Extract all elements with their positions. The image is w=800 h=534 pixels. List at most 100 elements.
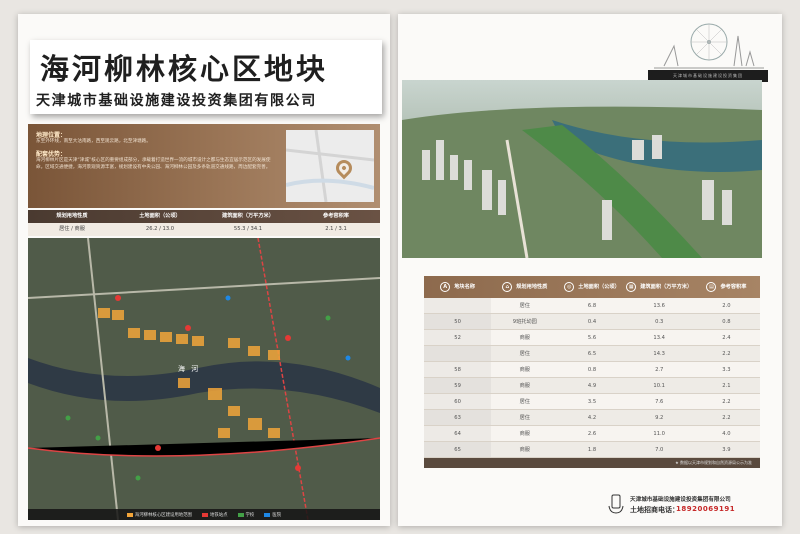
table-cell-far: 2.0 <box>722 303 731 309</box>
plot-header-label: 建筑面积（万平方米） <box>640 284 693 290</box>
legend-swatch <box>264 512 271 517</box>
summary-header-cell: 参考容积率 <box>323 213 349 219</box>
table-cell-build: 10.1 <box>653 383 665 389</box>
table-cell-build: 11.0 <box>653 431 665 437</box>
legend-item: 海河柳林核心区建设用地范围 <box>126 512 192 518</box>
summary-value-cell: 居住 / 商服 <box>59 226 85 232</box>
table-row: 52 商服 5.6 13.4 2.4 <box>424 330 760 346</box>
plot-table-body: 居住 6.8 13.6 2.0 50 9班托幼园 0.4 0.3 0.8 52 商服 5.6 13.4 2… <box>424 298 760 458</box>
table-cell-build: 13.6 <box>653 303 665 309</box>
legend-label: 医院 <box>272 512 282 518</box>
table-cell-name: 59 <box>424 378 492 393</box>
page-title: 海河柳林核心区地块 <box>40 52 329 86</box>
table-cell-name: 65 <box>424 442 492 457</box>
table-row: 居住 6.8 13.6 2.0 <box>424 298 760 314</box>
table-cell-land: 6.5 <box>587 351 597 357</box>
globe-icon: ◎ <box>564 282 575 292</box>
tianjin-skyline-logo <box>654 23 764 69</box>
title-card: 海河柳林核心区地块 天津城市基础设施建设投资集团有限公司 <box>30 40 382 114</box>
table-cell-name: 63 <box>424 410 492 425</box>
table-cell-land: 0.4 <box>587 319 597 325</box>
table-cell-build: 14.3 <box>653 351 665 357</box>
summary-table: 规划用地性质 土地面积（公顷） 建筑面积（万平方米） 参考容积率 居住 / 商服… <box>28 210 380 236</box>
legend-label: 学校 <box>245 512 255 518</box>
table-cell-land: 2.6 <box>587 431 597 437</box>
plot-table-header: A 地块名称 ⌂ 规划用地性质 ◎ 土地面积（公顷） ▦ 建筑面积（万平方米） ▤ 参考容… <box>424 276 760 298</box>
table-cell-far: 0.8 <box>722 319 731 325</box>
table-row: 63 居住 4.2 9.2 2.2 <box>424 410 760 426</box>
legend-label: 海河柳林核心区建设用地范围 <box>134 512 192 518</box>
table-cell-far: 2.2 <box>722 351 731 357</box>
table-row: 58 商服 0.8 2.7 3.3 <box>424 362 760 378</box>
calculator-icon: ▤ <box>706 282 717 292</box>
grid-icon: ▦ <box>626 282 637 292</box>
table-cell-use: 居住 <box>519 303 530 309</box>
plot-header-label: 地块名称 <box>454 284 475 290</box>
table-cell-far: 3.3 <box>722 367 731 373</box>
table-cell-name <box>424 346 492 361</box>
table-cell-build: 0.3 <box>655 319 664 325</box>
legend-item: 地铁站点 <box>201 512 228 518</box>
page-subtitle: 天津城市基础设施建设投资集团有限公司 <box>36 93 317 109</box>
location-text: 东至外环线，南至大沽南路，西至观云路，北至津塘路。 <box>36 139 151 144</box>
table-cell-build: 2.7 <box>655 367 664 373</box>
table-cell-land: 4.2 <box>587 415 597 421</box>
table-row: 59 商服 4.9 10.1 2.1 <box>424 378 760 394</box>
contact-phone-number[interactable]: 18920069191 <box>676 505 735 513</box>
summary-header-cell: 规划用地性质 <box>56 213 88 219</box>
contact-block: 天津城市基础设施建设投资集团有限公司 土地招商电话： 18920069191 <box>608 492 768 518</box>
summary-value-cell: 55.3 / 34.1 <box>233 226 263 232</box>
map-graphic <box>28 238 380 520</box>
table-cell-use: 居住 <box>519 399 530 405</box>
table-cell-land: 6.8 <box>587 303 597 309</box>
plot-header-cell: ▦ 建筑面积（万平方米） <box>626 282 693 292</box>
legend-swatch <box>237 512 244 517</box>
plot-header-label: 土地面积（公顷） <box>578 284 620 290</box>
summary-value-cell: 2.1 / 3.1 <box>325 226 347 232</box>
mini-map-image <box>285 129 375 203</box>
table-cell-build: 7.0 <box>655 447 664 453</box>
legend-item: 学校 <box>237 512 255 518</box>
table-cell-far: 3.9 <box>722 447 731 453</box>
table-cell-land: 3.5 <box>587 399 597 405</box>
summary-header-cell: 土地面积（公顷） <box>139 213 181 219</box>
legend-item: 医院 <box>264 512 281 518</box>
plot-header-cell: A 地块名称 <box>424 282 491 292</box>
table-cell-build: 7.6 <box>655 399 664 405</box>
table-cell-far: 4.0 <box>722 431 731 437</box>
plot-header-cell: ◎ 土地面积（公顷） <box>558 282 625 292</box>
table-cell-use: 商服 <box>519 367 530 373</box>
plot-header-label: 规划用地性质 <box>516 284 548 290</box>
table-cell-build: 13.4 <box>653 335 665 341</box>
table-cell-name: 60 <box>424 394 492 409</box>
plot-header-cell: ▤ 参考容积率 <box>693 282 760 292</box>
table-cell-far: 2.4 <box>722 335 731 341</box>
satellite-site-map: 海 河 海河柳林核心区建设用地范围 地铁站点 学校 医院 <box>28 238 380 520</box>
contact-phone-label: 土地招商电话： <box>630 506 679 514</box>
advantage-text: 海河柳林片区是天津“津城”核心区的重要组成部分，承载着打造世界一流的城市设计之都… <box>36 158 271 170</box>
table-footnote: ★ 数据以天津市规划和自然资源局公示为准 <box>424 458 760 468</box>
plot-header-cell: ⌂ 规划用地性质 <box>491 282 558 292</box>
table-cell-far: 2.2 <box>722 399 731 405</box>
summary-header-cell: 建筑面积（万平方米） <box>222 213 274 219</box>
table-cell-name: 64 <box>424 426 492 441</box>
table-cell-use: 居住 <box>519 351 530 357</box>
aerial-rendering-image <box>402 80 762 258</box>
table-cell-land: 0.8 <box>587 367 597 373</box>
table-row: 居住 6.5 14.3 2.2 <box>424 346 760 362</box>
table-cell-use: 商服 <box>519 447 530 453</box>
map-legend: 海河柳林核心区建设用地范围 地铁站点 学校 医院 <box>28 509 380 520</box>
legend-label: 地铁站点 <box>209 512 228 518</box>
left-page: 海河柳林核心区地块 天津城市基础设施建设投资集团有限公司 地理位置： 东至外环线… <box>18 14 390 526</box>
table-cell-use: 商服 <box>519 335 530 341</box>
table-cell-name <box>424 298 492 313</box>
summary-table-row: 居住 / 商服 26.2 / 13.0 55.3 / 34.1 2.1 / 3.… <box>28 223 380 236</box>
table-cell-use: 商服 <box>519 383 530 389</box>
right-page: 天津城市基础设施建设投资集团 A 地块名称 ⌂ 规划用地性质 ◎ 土地面积（公顷… <box>398 14 782 526</box>
table-cell-far: 2.2 <box>722 415 731 421</box>
phone-hand-icon <box>608 494 624 514</box>
table-cell-use: 居住 <box>519 415 530 421</box>
table-cell-name: 50 <box>424 314 492 329</box>
contact-organization: 天津城市基础设施建设投资集团有限公司 <box>630 497 731 503</box>
table-cell-land: 1.8 <box>587 447 597 453</box>
